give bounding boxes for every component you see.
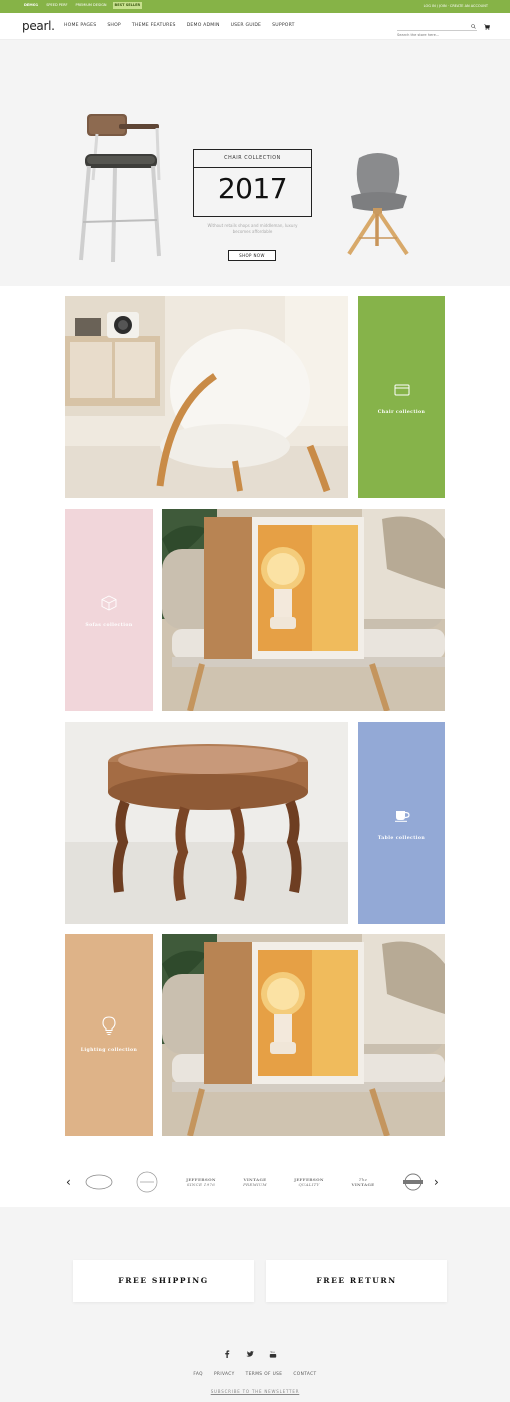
brand-badge-7 <box>403 1173 423 1191</box>
brand-badge-2 <box>136 1171 158 1193</box>
site-footer: FREE SHIPPING FREE RETURN You FAQ PRIVAC… <box>0 1207 510 1402</box>
brand-badge-1 <box>85 1174 113 1190</box>
bulb-icon <box>102 1016 116 1035</box>
site-header: pearl. HOME PAGES SHOP THEME FEATURES DE… <box>0 13 510 40</box>
hero-chair-right-image <box>347 153 409 256</box>
twitter-icon[interactable] <box>246 1350 254 1358</box>
brand-logo-3[interactable]: JEFFERSON SINCE 1976 <box>184 1169 218 1195</box>
footer-link-privacy[interactable]: PRIVACY <box>214 1372 235 1377</box>
footer-link-contact[interactable]: CONTACT <box>293 1372 316 1377</box>
round-table-image[interactable] <box>65 722 348 924</box>
top-bar-tags: DEMO1 SPEED PERF PREMIUM DESIGN BEST SEL… <box>22 2 143 9</box>
free-return-box: FREE RETURN <box>266 1260 447 1302</box>
cup-icon <box>394 811 410 822</box>
brand-logo-2[interactable] <box>130 1169 164 1195</box>
cart-icon[interactable] <box>484 24 490 30</box>
newsletter-link[interactable]: SUBSCRIBE TO THE NEWSLETTER <box>0 1389 510 1394</box>
top-bar-tag-1[interactable]: DEMO1 <box>22 2 40 9</box>
brand-logo-7[interactable] <box>396 1169 430 1195</box>
hero-subtitle: CHAIR COLLECTION <box>194 150 311 168</box>
lighting-collection-tile[interactable]: Lighting collection <box>65 934 153 1136</box>
card-icon <box>394 384 409 396</box>
chevron-left-icon[interactable]: ‹ <box>66 1175 71 1189</box>
nav-item-home-pages[interactable]: HOME PAGES <box>64 23 96 28</box>
hero-year: 2017 <box>217 172 288 205</box>
hero-chair-left-image <box>79 114 161 263</box>
site-logo[interactable]: pearl. <box>22 19 55 33</box>
nav-item-demo-admin[interactable]: DEMO ADMIN <box>187 23 220 28</box>
brand-4-line2: PREMIUM <box>243 1182 267 1187</box>
nav-item-shop[interactable]: SHOP <box>107 23 121 28</box>
top-bar: DEMO1 SPEED PERF PREMIUM DESIGN BEST SEL… <box>0 0 510 13</box>
search-box <box>397 23 477 39</box>
brand-logo-5[interactable]: JEFFERSON QUALITY <box>292 1169 326 1195</box>
footer-link-faq[interactable]: FAQ <box>193 1372 203 1377</box>
main-nav: HOME PAGES SHOP THEME FEATURES DEMO ADMI… <box>64 23 295 28</box>
brand-logo-6[interactable]: The VINTAGE <box>346 1169 380 1195</box>
fur-chair-image[interactable] <box>65 296 348 498</box>
lighting-collection-label: Lighting collection <box>80 1048 138 1053</box>
footer-link-terms[interactable]: TERMS OF USE <box>246 1372 283 1377</box>
brand-logo-4[interactable]: VINTAGE PREMIUM <box>238 1169 272 1195</box>
box-icon <box>101 595 117 611</box>
table-collection-tile[interactable]: Table collection <box>358 722 445 924</box>
brand-5-line2: QUALITY <box>298 1182 320 1187</box>
chair-collection-label: Chair collection <box>377 410 426 415</box>
chevron-right-icon[interactable]: › <box>434 1175 439 1189</box>
nav-item-theme-features[interactable]: THEME FEATURES <box>132 23 176 28</box>
youtube-icon[interactable]: You <box>269 1350 277 1358</box>
social-links: You <box>223 1350 277 1358</box>
top-bar-tag-2[interactable]: SPEED PERF <box>44 2 69 9</box>
shop-now-button[interactable]: SHOP NOW <box>228 250 276 261</box>
account-links[interactable]: LOG IN / JOIN · CREATE AN ACCOUNT <box>424 4 488 8</box>
search-icon[interactable] <box>471 24 476 29</box>
lamp-box-image-2[interactable] <box>162 934 445 1136</box>
brand-6-line2: VINTAGE <box>351 1182 375 1187</box>
hero-description: Without retails shops and middleman, lux… <box>207 223 298 234</box>
hero-title-box: CHAIR COLLECTION 2017 <box>193 149 312 217</box>
table-collection-label: Table collection <box>377 836 426 841</box>
facebook-icon[interactable] <box>223 1350 231 1358</box>
footer-links: FAQ PRIVACY TERMS OF USE CONTACT <box>0 1372 510 1377</box>
chair-collection-tile[interactable]: Chair collection <box>358 296 445 498</box>
brand-logo-1[interactable] <box>82 1169 116 1195</box>
brand-carousel: ‹ JEFFERSON SINCE 1976 VINTAGE PREMIUM JEF… <box>62 1165 447 1201</box>
hero-slider: CHAIR COLLECTION 2017 Without retails sh… <box>0 40 510 311</box>
svg-text:You: You <box>270 1350 275 1354</box>
brand-3-line2: SINCE 1976 <box>186 1182 216 1187</box>
top-bar-tag-4[interactable]: BEST SELLER <box>112 2 143 9</box>
lamp-box-image-1[interactable] <box>162 509 445 711</box>
top-bar-tag-3[interactable]: PREMIUM DESIGN <box>74 2 109 9</box>
free-shipping-box: FREE SHIPPING <box>73 1260 254 1302</box>
search-input[interactable] <box>397 31 465 39</box>
sofas-collection-tile[interactable]: Sofas collection <box>65 509 153 711</box>
sofas-collection-label: Sofas collection <box>85 623 133 628</box>
nav-item-user-guide[interactable]: USER GUIDE <box>231 23 262 28</box>
nav-item-support[interactable]: SUPPORT <box>272 23 295 28</box>
